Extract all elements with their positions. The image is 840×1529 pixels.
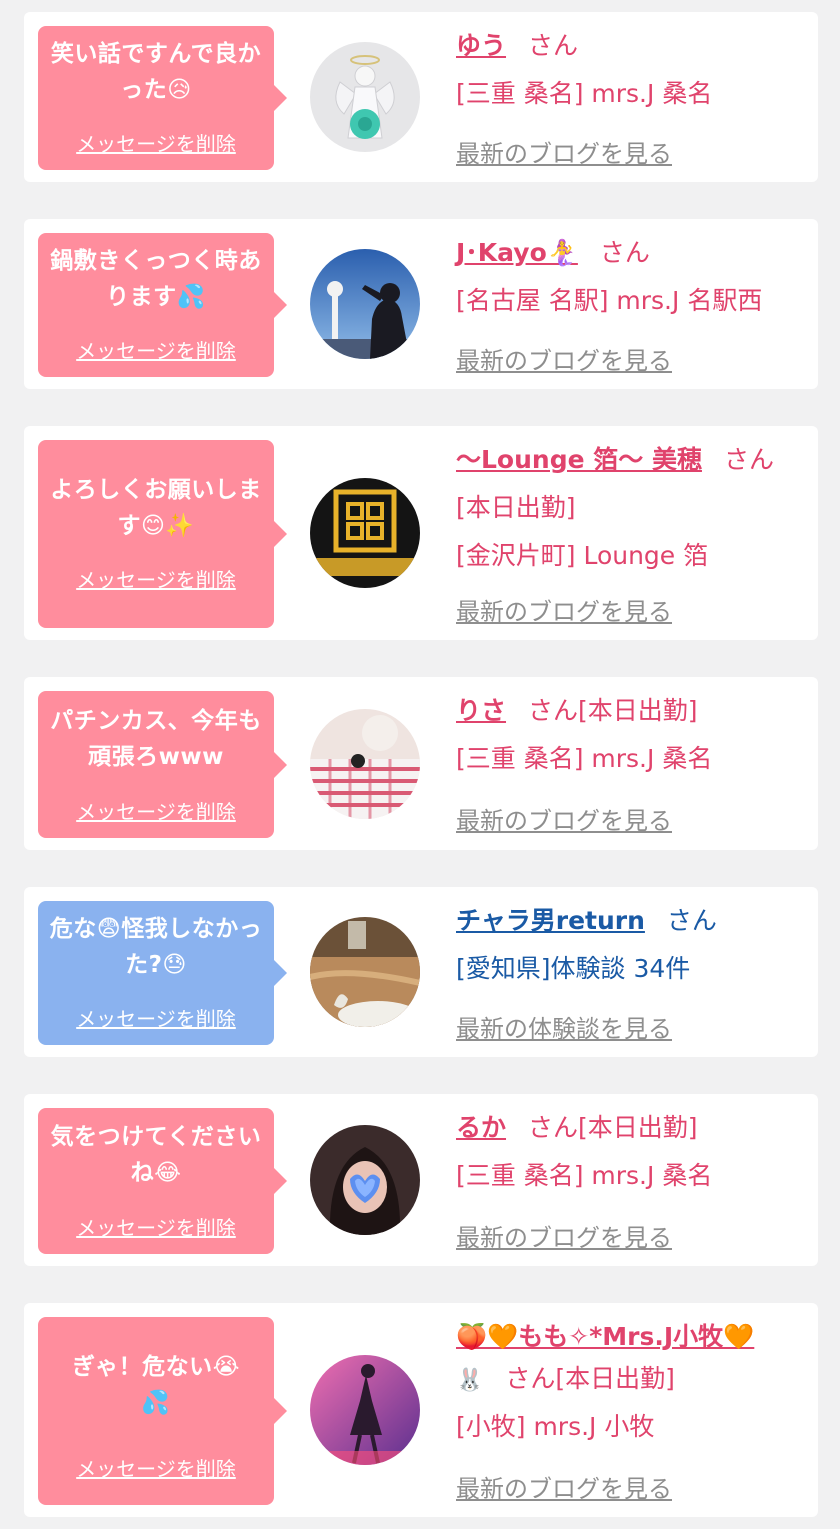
message-text: ぎゃ！危ない😭💦 [72,1354,240,1416]
user-name-link[interactable]: チャラ男return [456,906,645,935]
message-card: 危な😨怪我しなかった?😓 メッセージを削除 チャラ男return さん [愛知県]… [24,887,818,1057]
message-card: パチンカス、今年も頑張ろwww メッセージを削除 りさ さん[本日出勤] [三重 … [24,677,818,850]
user-info: ゆう さん [三重 桑名] mrs.J 桑名 [456,26,808,110]
location-text: [三重 桑名] mrs.J 桑名 [456,79,713,108]
message-bubble: 笑い話ですんで良かった😥 メッセージを削除 [38,26,287,170]
honorific: さん [528,696,579,725]
status-text: [本日出勤] [578,696,698,725]
location-text: [三重 桑名] mrs.J 桑名 [456,1161,713,1190]
status-text: [本日出勤] [555,1364,675,1393]
user-info: 🍑🧡もも✧*Mrs.J小牧🧡 🐰 さん[本日出勤] [小牧] mrs.J 小牧 [456,1317,808,1443]
honorific: さん [666,906,717,935]
user-name-link[interactable]: りさ [456,696,506,725]
user-info: りさ さん[本日出勤] [三重 桑名] mrs.J 桑名 [456,691,808,775]
review-link[interactable]: 最新の体験談を見る [456,1009,672,1044]
message-bubble: 鍋敷きくっつく時あります💦 メッセージを削除 [38,233,287,377]
message-bubble: パチンカス、今年も頑張ろwww メッセージを削除 [38,691,287,838]
user-info: J･Kayo🧜‍♀️ さん [名古屋 名駅] mrs.J 名駅西 [456,233,808,317]
delete-message-link[interactable]: メッセージを削除 [38,796,274,825]
location-text: [金沢片町] Lounge 箔 [456,541,709,570]
message-card: ぎゃ！危ない😭💦 メッセージを削除 🍑🧡もも✧*Mrs.J小牧🧡 🐰 さん[本日出… [24,1303,818,1517]
avatar[interactable] [310,917,420,1027]
delete-message-link[interactable]: メッセージを削除 [38,1453,274,1482]
status-text: [本日出勤] [578,1113,698,1142]
avatar[interactable] [310,478,420,588]
delete-message-link[interactable]: メッセージを削除 [38,1003,274,1032]
user-name-link[interactable]: ゆう [456,31,506,60]
delete-message-link[interactable]: メッセージを削除 [38,1212,274,1241]
user-name-link[interactable]: J･Kayo🧜‍♀️ [456,238,578,267]
user-info: チャラ男return さん [愛知県]体験談 34件 [456,901,808,985]
message-text: よろしくお願いします😊✨ [50,477,262,539]
honorific: さん [528,1113,579,1142]
blog-link[interactable]: 最新のブログを見る [456,134,672,169]
delete-message-link[interactable]: メッセージを削除 [38,128,274,157]
message-card: 鍋敷きくっつく時あります💦 メッセージを削除 J･Kayo🧜‍♀️ さん [名古屋… [24,219,818,389]
avatar[interactable] [310,709,420,819]
location-text: [名古屋 名駅] mrs.J 名駅西 [456,286,763,315]
avatar[interactable] [310,42,420,152]
message-bubble: 気をつけてくださいね😂 メッセージを削除 [38,1108,287,1254]
message-card: よろしくお願いします😊✨ メッセージを削除 〜Lounge 箔〜 美穂 さん [本… [24,426,818,640]
user-info: 〜Lounge 箔〜 美穂 さん [本日出勤] [金沢片町] Lounge 箔 [456,440,808,572]
message-bubble: ぎゃ！危ない😭💦 メッセージを削除 [38,1317,287,1505]
message-text: 危な😨怪我しなかった?😓 [49,916,263,978]
blog-link[interactable]: 最新のブログを見る [456,341,672,376]
message-bubble: 危な😨怪我しなかった?😓 メッセージを削除 [38,901,287,1045]
user-name-link[interactable]: 〜Lounge 箔〜 美穂 [456,445,702,474]
honorific: さん [599,238,650,267]
rabbit-icon: 🐰 [456,1368,484,1393]
avatar[interactable] [310,1355,420,1465]
user-name-link[interactable]: るか [456,1113,506,1142]
avatar[interactable] [310,1125,420,1235]
honorific: さん [505,1364,556,1393]
honorific: さん [528,31,579,60]
blog-link[interactable]: 最新のブログを見る [456,592,672,627]
location-text: [三重 桑名] mrs.J 桑名 [456,744,713,773]
status-text: [本日出勤] [456,493,576,522]
blog-link[interactable]: 最新のブログを見る [456,1218,672,1253]
review-count-text: [愛知県]体験談 34件 [456,954,691,983]
message-text: 鍋敷きくっつく時あります💦 [50,248,262,310]
message-card: 笑い話ですんで良かった😥 メッセージを削除 ゆう さん [三重 桑名] mrs.J… [24,12,818,182]
blog-link[interactable]: 最新のブログを見る [456,801,672,836]
message-text: 笑い話ですんで良かった😥 [50,41,262,103]
user-info: るか さん[本日出勤] [三重 桑名] mrs.J 桑名 [456,1108,808,1192]
message-text: パチンカス、今年も頑張ろwww [50,708,262,770]
avatar[interactable] [310,249,420,359]
delete-message-link[interactable]: メッセージを削除 [38,564,274,593]
message-card: 気をつけてくださいね😂 メッセージを削除 るか さん[本日出勤] [三重 桑名] … [24,1094,818,1266]
honorific: さん [723,445,774,474]
location-text: [小牧] mrs.J 小牧 [456,1412,655,1441]
delete-message-link[interactable]: メッセージを削除 [38,335,274,364]
message-text: 気をつけてくださいね😂 [50,1124,262,1186]
message-bubble: よろしくお願いします😊✨ メッセージを削除 [38,440,287,628]
blog-link[interactable]: 最新のブログを見る [456,1469,672,1504]
user-name-link[interactable]: 🍑🧡もも✧*Mrs.J小牧🧡 [456,1322,754,1351]
